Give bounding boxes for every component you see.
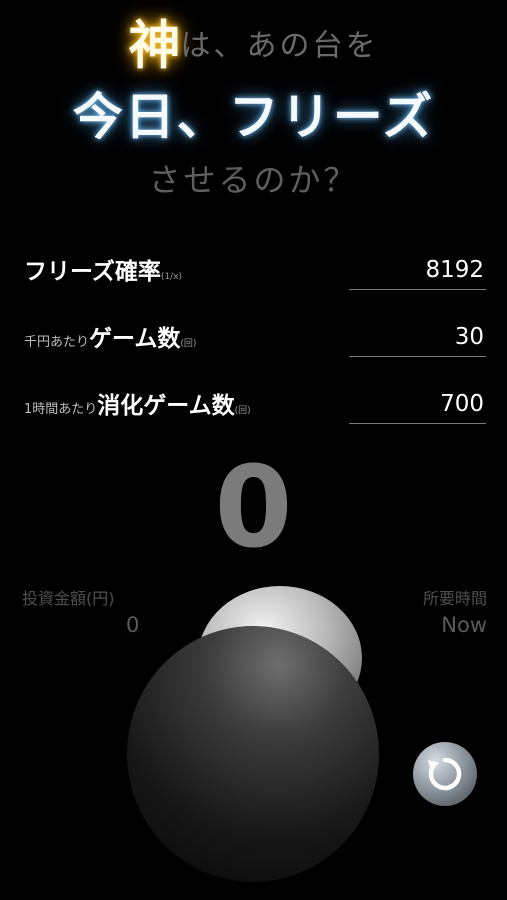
freeze-probability-value: 8192 xyxy=(425,257,484,283)
games-per-hour-label: 1時間あたり消化ゲーム数(回) xyxy=(24,386,251,420)
games-per-hour-unit: (回) xyxy=(234,406,251,416)
lever-button[interactable] xyxy=(120,582,392,884)
freeze-probability-row: フリーズ確率(1/x) 8192 xyxy=(24,240,486,290)
games-per-hour-value: 700 xyxy=(440,391,484,417)
games-per-thousand-row: 千円あたりゲーム数(回) 30 xyxy=(24,307,486,357)
title-line-1: 神は、あの台を xyxy=(0,16,507,77)
games-per-thousand-label: 千円あたりゲーム数(回) xyxy=(24,319,196,353)
reset-button[interactable] xyxy=(413,742,477,806)
freeze-probability-label: フリーズ確率(1/x) xyxy=(24,252,182,286)
games-per-hour-input[interactable]: 700 xyxy=(349,379,486,424)
title-line-1-rest: は、あの台を xyxy=(180,28,379,64)
game-counter: 0 xyxy=(214,443,293,573)
games-per-hour-prefix: 1時間あたり xyxy=(24,402,98,417)
games-per-hour-title: 消化ゲーム数 xyxy=(97,393,235,419)
freeze-probability-unit: (1/x) xyxy=(160,272,182,282)
title-line-3: させるのか？ xyxy=(148,161,359,199)
games-per-thousand-prefix: 千円あたり xyxy=(24,335,90,350)
games-per-thousand-unit: (回) xyxy=(180,339,197,349)
games-per-hour-row: 1時間あたり消化ゲーム数(回) 700 xyxy=(24,374,486,424)
freeze-probability-title: フリーズ確率 xyxy=(24,259,161,285)
rotate-arrow-icon xyxy=(428,757,462,791)
title-line-2: 今日、フリーズ xyxy=(72,88,435,146)
title-block: 神は、あの台を 今日、フリーズ させるのか？ xyxy=(0,0,507,210)
games-per-thousand-title: ゲーム数 xyxy=(89,326,181,352)
freeze-probability-input[interactable]: 8192 xyxy=(349,245,486,290)
games-per-thousand-input[interactable]: 30 xyxy=(349,312,486,357)
games-per-thousand-value: 30 xyxy=(454,324,484,350)
lever-ball-icon xyxy=(127,586,379,882)
title-kami: 神 xyxy=(128,16,181,77)
